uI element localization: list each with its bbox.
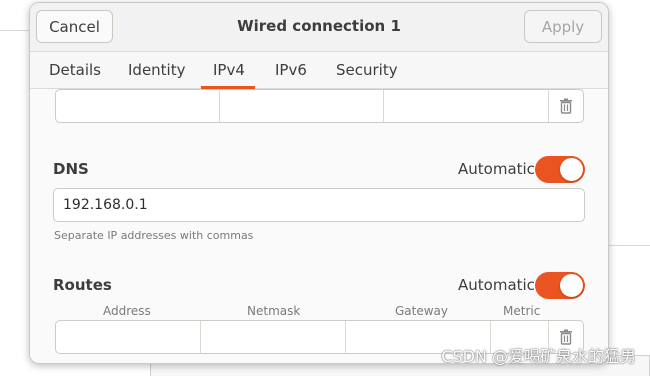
toggle-knob (560, 274, 583, 297)
tab-bar: Details Identity IPv4 IPv6 Security (30, 51, 608, 89)
tab-details[interactable]: Details (49, 61, 101, 79)
routes-column-netmask: Netmask (247, 304, 301, 318)
route-address-input[interactable] (56, 321, 201, 353)
gateway-input[interactable] (384, 90, 549, 122)
routes-column-gateway: Gateway (395, 304, 449, 318)
trash-icon (559, 98, 572, 114)
address-row (55, 89, 584, 123)
dialog-title: Wired connection 1 (237, 17, 401, 35)
background-divider (609, 245, 650, 246)
dns-label: DNS (53, 160, 89, 178)
dialog-header: Cancel Wired connection 1 Apply (30, 3, 608, 51)
background-divider (0, 30, 29, 31)
tab-ipv6[interactable]: IPv6 (275, 61, 307, 79)
tab-identity[interactable]: Identity (128, 61, 186, 79)
watermark-text: CSDN @爱喝矿泉水的猛男 (441, 347, 636, 366)
routes-label: Routes (53, 276, 112, 294)
dns-automatic-label: Automatic (458, 160, 535, 178)
ipv4-settings-panel: DNS Automatic 192.168.0.1 Separate IP ad… (30, 89, 608, 363)
dns-field[interactable]: 192.168.0.1 (53, 188, 585, 222)
routes-automatic-label: Automatic (458, 276, 535, 294)
apply-button[interactable]: Apply (524, 10, 602, 43)
delete-address-button[interactable] (548, 90, 583, 122)
tab-ipv4[interactable]: IPv4 (213, 61, 245, 79)
dns-hint: Separate IP addresses with commas (54, 229, 254, 242)
tab-security[interactable]: Security (336, 61, 398, 79)
routes-column-metric: Metric (503, 304, 541, 318)
toggle-knob (560, 158, 583, 181)
netmask-input[interactable] (220, 90, 384, 122)
connection-dialog: Cancel Wired connection 1 Apply Details … (29, 2, 609, 364)
routes-column-address: Address (103, 304, 151, 318)
address-input[interactable] (56, 90, 220, 122)
routes-automatic-toggle[interactable] (535, 272, 585, 299)
dns-automatic-toggle[interactable] (535, 156, 585, 183)
route-netmask-input[interactable] (201, 321, 346, 353)
